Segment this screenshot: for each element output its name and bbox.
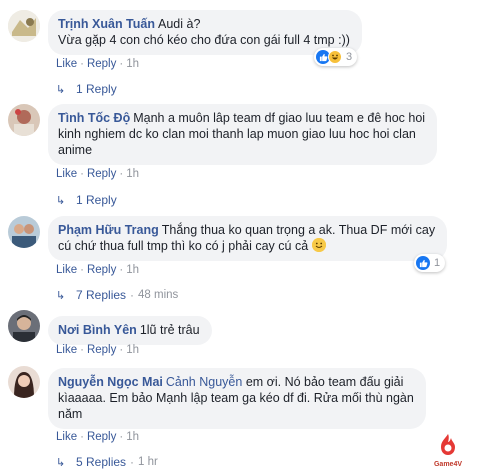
comment-text-line: 1lũ trẻ trâu [139, 323, 200, 337]
reply-arrow-icon: ↳ [56, 456, 66, 469]
comment-text-line: Audi à? [158, 17, 201, 31]
comment-actions: Like · Reply · 1h [56, 264, 139, 276]
comment-text-line: Thắng thua ko quan trọng a ak. Thua DF m… [161, 223, 436, 237]
reply-button[interactable]: Reply [87, 431, 116, 443]
watermark-logo: Game4V [428, 433, 468, 468]
replies-count[interactable]: 5 Replies [76, 455, 126, 469]
comment-actions: Like · Reply · 1h [56, 168, 139, 180]
mention-link[interactable]: Cảnh Nguyễn [166, 375, 242, 389]
comment-actions: Like · Reply · 1h [56, 58, 139, 70]
comment-bubble: Phạm Hữu Trang Thắng thua ko quan trọng a… [48, 216, 448, 261]
reply-button[interactable]: Reply [87, 264, 116, 276]
reply-arrow-icon: ↳ [56, 83, 66, 96]
comment-text-line: anime [58, 143, 93, 157]
replies-time: 1 hr [138, 456, 158, 468]
comment-bubble: Tình Tốc Độ Mạnh a muôn lâp team df giao … [48, 104, 438, 165]
comment-author[interactable]: Nguyễn Ngọc Mai [58, 375, 163, 389]
timestamp[interactable]: 1h [126, 344, 139, 356]
reaction-count: 3 [346, 51, 353, 63]
like-icon [416, 256, 430, 270]
view-replies-link[interactable]: ↳ 1 Reply [56, 82, 117, 96]
comment-author[interactable]: Nơi Bình Yên [58, 323, 137, 337]
like-button[interactable]: Like [56, 168, 77, 180]
reply-arrow-icon: ↳ [56, 289, 66, 302]
view-replies-link[interactable]: ↳ 1 Reply [56, 193, 117, 207]
smile-emoji-icon [311, 238, 326, 252]
like-button[interactable]: Like [56, 431, 77, 443]
reply-button[interactable]: Reply [87, 58, 116, 70]
avatar[interactable] [8, 10, 40, 42]
comment-bubble: Nơi Bình Yên 1lũ trẻ trâu [48, 316, 212, 345]
like-button[interactable]: Like [56, 264, 77, 276]
view-replies-link[interactable]: ↳ 7 Replies · 48 mins [56, 288, 178, 302]
comment-text-line: kinh nghiem dc ko clan moi thanh lap muo… [58, 127, 416, 141]
comment-actions: Like · Reply · 1h [56, 431, 139, 443]
timestamp[interactable]: 1h [126, 431, 139, 443]
timestamp[interactable]: 1h [126, 264, 139, 276]
reaction-summary[interactable]: 1 [414, 254, 446, 272]
like-button[interactable]: Like [56, 58, 77, 70]
avatar[interactable] [8, 310, 40, 342]
comment-text-line: cú chứ thua full tmp thì ko có j phải ca… [58, 239, 309, 253]
comment-text-line: Vừa gặp 4 con chó kéo cho đứa con gái fu… [58, 33, 350, 47]
comment-actions: Like · Reply · 1h [56, 344, 139, 356]
comment-bubble: Trịnh Xuân Tuấn Audi à? Vừa gặp 4 con chó… [48, 10, 362, 55]
avatar[interactable] [8, 104, 40, 136]
replies-count[interactable]: 7 Replies [76, 288, 126, 302]
reaction-count: 1 [434, 257, 441, 269]
reaction-summary[interactable]: 3 [314, 48, 358, 66]
comment-bubble: Nguyễn Ngọc Mai Cảnh Nguyễn em ơi. Nó bảo… [48, 368, 426, 429]
replies-count[interactable]: 1 Reply [76, 82, 117, 96]
reply-arrow-icon: ↳ [56, 194, 66, 207]
timestamp[interactable]: 1h [126, 58, 139, 70]
comment-text-line: em ơi. Nó bảo team đấu giải [245, 375, 404, 389]
avatar[interactable] [8, 216, 40, 248]
comment-author[interactable]: Trịnh Xuân Tuấn [58, 17, 155, 31]
reply-button[interactable]: Reply [87, 168, 116, 180]
timestamp[interactable]: 1h [126, 168, 139, 180]
avatar[interactable] [8, 366, 40, 398]
replies-time: 48 mins [138, 289, 179, 301]
reply-button[interactable]: Reply [87, 344, 116, 356]
watermark-text: Game4V [433, 461, 463, 468]
view-replies-link[interactable]: ↳ 5 Replies · 1 hr [56, 455, 158, 469]
comment-author[interactable]: Phạm Hữu Trang [58, 223, 159, 237]
comment-author[interactable]: Tình Tốc Độ [58, 111, 130, 125]
haha-icon [328, 50, 342, 64]
comment-text-line: Mạnh a muôn lâp team df giao luu team e … [133, 111, 426, 125]
comment-text-line: kìaaaaa. Em bảo Mạnh lập team ga kéo df … [58, 391, 414, 405]
like-button[interactable]: Like [56, 344, 77, 356]
game4v-logo-icon [441, 434, 455, 455]
comment-text-line: năm [58, 407, 83, 421]
replies-count[interactable]: 1 Reply [76, 193, 117, 207]
